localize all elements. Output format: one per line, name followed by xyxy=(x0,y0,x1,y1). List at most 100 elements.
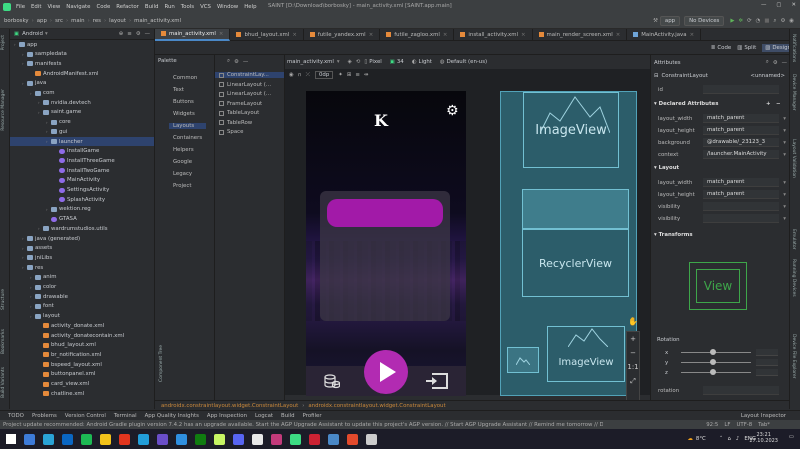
chevron-down-icon[interactable]: ▾ xyxy=(783,180,786,186)
collapse-icon[interactable]: ≡ xyxy=(127,31,132,37)
tree-item[interactable]: InstallThreeGame xyxy=(10,156,154,165)
close-tab-icon[interactable]: × xyxy=(690,32,695,38)
run-icon[interactable]: ▶ xyxy=(730,18,734,24)
editor-tab[interactable]: MainActivity.java × xyxy=(627,28,702,41)
theme-select[interactable]: Light xyxy=(418,59,431,65)
slider-thumb[interactable] xyxy=(710,349,716,355)
taskbar-app-icon[interactable] xyxy=(6,434,16,444)
tree-item[interactable]: › manifests xyxy=(10,59,154,68)
close-tab-icon[interactable]: × xyxy=(219,31,224,37)
play-button[interactable] xyxy=(364,350,408,394)
id-field[interactable] xyxy=(703,85,779,94)
chevron-down-icon[interactable]: ▾ xyxy=(783,140,786,146)
taskbar-app-icon[interactable] xyxy=(138,433,149,445)
bottom-tool-todo[interactable]: TODO xyxy=(8,413,24,419)
bottom-tool-version-control[interactable]: Version Control xyxy=(65,413,106,419)
exit-icon[interactable] xyxy=(426,373,448,389)
bottom-tool-app-quality-insights[interactable]: App Quality Insights xyxy=(145,413,199,419)
palette-item[interactable]: LinearLayout (... xyxy=(219,82,271,88)
transforms-section-header[interactable]: ▾ Transforms xyxy=(654,232,693,238)
attribute-value[interactable]: match_parent xyxy=(703,126,779,135)
clear-constraints-icon[interactable]: ⤫ xyxy=(306,72,310,79)
blueprint-recyclerview[interactable] xyxy=(522,189,629,229)
indent-setting[interactable]: Tab* xyxy=(758,422,770,428)
chevron-down-icon[interactable]: ▾ xyxy=(783,128,786,134)
status-message[interactable]: Project update recommended: Android Grad… xyxy=(3,422,603,428)
taskbar-app-icon[interactable] xyxy=(119,433,130,445)
profile-icon[interactable]: ◔ xyxy=(756,18,761,24)
rotation-slider[interactable] xyxy=(681,369,751,375)
chevron-down-icon[interactable]: ▾ xyxy=(783,216,786,222)
chevron-down-icon[interactable]: ▾ xyxy=(783,152,786,158)
breadcrumb-item[interactable]: main xyxy=(71,18,84,24)
palette-category[interactable]: Helpers xyxy=(173,147,194,153)
tree-item[interactable]: › sampledata xyxy=(10,50,154,59)
tool-project[interactable]: Project xyxy=(1,35,6,50)
maximize-button[interactable]: ▢ xyxy=(776,2,781,8)
tree-item[interactable]: › drawable xyxy=(10,292,154,301)
tree-item[interactable]: › saint.game xyxy=(10,108,154,117)
menu-code[interactable]: Code xyxy=(96,4,110,10)
menu-edit[interactable]: Edit xyxy=(31,4,41,10)
add-attribute-icon[interactable]: + xyxy=(766,101,771,107)
minimize-icon[interactable]: — xyxy=(782,60,787,66)
palette-item[interactable]: TableRow xyxy=(219,120,252,126)
menu-view[interactable]: View xyxy=(47,4,60,10)
hammer-icon[interactable]: ⚒ xyxy=(653,18,658,24)
declared-attributes-header[interactable]: ▾ Declared Attributes + − xyxy=(654,101,781,107)
bottom-tool-terminal[interactable]: Terminal xyxy=(114,413,137,419)
api-select[interactable]: 34 xyxy=(397,59,404,65)
eye-icon[interactable]: ◉ xyxy=(289,72,294,78)
tree-item[interactable]: › wektion.reg xyxy=(10,205,154,214)
bottom-tool-app-inspection[interactable]: App Inspection xyxy=(207,413,247,419)
sync-icon[interactable]: ⟳ xyxy=(747,18,752,24)
close-tab-icon[interactable]: × xyxy=(521,32,526,38)
tree-item[interactable]: › anim xyxy=(10,273,154,282)
gear-icon[interactable]: ⚙ xyxy=(446,103,459,119)
menu-build[interactable]: Build xyxy=(145,4,159,10)
attribute-value[interactable]: match_parent xyxy=(703,190,779,199)
palette-category[interactable]: Text xyxy=(173,87,184,93)
taskbar-app-icon[interactable] xyxy=(290,433,301,445)
layout-section-header[interactable]: ▾ Layout xyxy=(654,165,679,171)
tree-item[interactable]: › core xyxy=(10,118,154,127)
tree-item[interactable]: activity_donatecontain.xml xyxy=(10,331,154,340)
tool-notifications[interactable]: Notifications xyxy=(791,34,796,62)
palette-item[interactable]: TableLayout xyxy=(219,110,259,116)
tree-item[interactable]: › gui xyxy=(10,127,154,136)
zoom-actual-button[interactable]: 1:1 xyxy=(627,360,639,374)
tree-item[interactable]: › assets xyxy=(10,244,154,253)
tool-running-devices[interactable]: Running Devices xyxy=(791,259,796,297)
palette-category[interactable]: Layouts xyxy=(169,123,207,129)
cursor-position[interactable]: 92:5 xyxy=(706,422,718,428)
menu-navigate[interactable]: Navigate xyxy=(66,4,90,10)
palette-category[interactable]: Legacy xyxy=(173,171,192,177)
taskbar-app-icon[interactable] xyxy=(233,433,244,445)
stop-icon[interactable]: ■ xyxy=(764,18,769,24)
infer-constraints-icon[interactable]: ✦ xyxy=(338,72,343,78)
breadcrumb-item[interactable]: layout xyxy=(109,18,126,24)
tool-device-manager[interactable]: Device Manager xyxy=(791,74,796,111)
tree-item[interactable]: GTASA xyxy=(10,215,154,224)
bottom-tool-problems[interactable]: Problems xyxy=(32,413,57,419)
tree-item[interactable]: › layout xyxy=(10,312,154,321)
attribute-value[interactable]: /launcher.MainActivity xyxy=(703,150,779,159)
tool-resource-manager[interactable]: Resource Manager xyxy=(1,89,6,131)
rotation-value-field[interactable] xyxy=(756,369,778,376)
rotation-value-field[interactable] xyxy=(756,359,778,366)
editor-tab[interactable]: main_activity.xml × xyxy=(155,28,231,41)
hide-icon[interactable]: — xyxy=(145,31,150,37)
locale-select[interactable]: Default (en-us) xyxy=(447,59,488,65)
remove-attribute-icon[interactable]: − xyxy=(776,101,781,107)
rotation-slider[interactable] xyxy=(681,359,751,365)
menu-vcs[interactable]: VCS xyxy=(200,4,211,10)
tree-item[interactable]: chatline.xml xyxy=(10,389,154,398)
bottom-tool-profiler[interactable]: Profiler xyxy=(303,413,322,419)
tree-item[interactable]: › nvidia.devtech xyxy=(10,98,154,107)
account-icon[interactable]: ◉ xyxy=(789,18,794,24)
tree-item[interactable]: › res xyxy=(10,263,154,272)
taskbar-app-icon[interactable] xyxy=(252,433,263,445)
minimize-button[interactable]: — xyxy=(761,2,766,8)
breadcrumb-item[interactable]: app xyxy=(37,18,47,24)
tool-build-variants[interactable]: Build Variants xyxy=(1,367,6,398)
